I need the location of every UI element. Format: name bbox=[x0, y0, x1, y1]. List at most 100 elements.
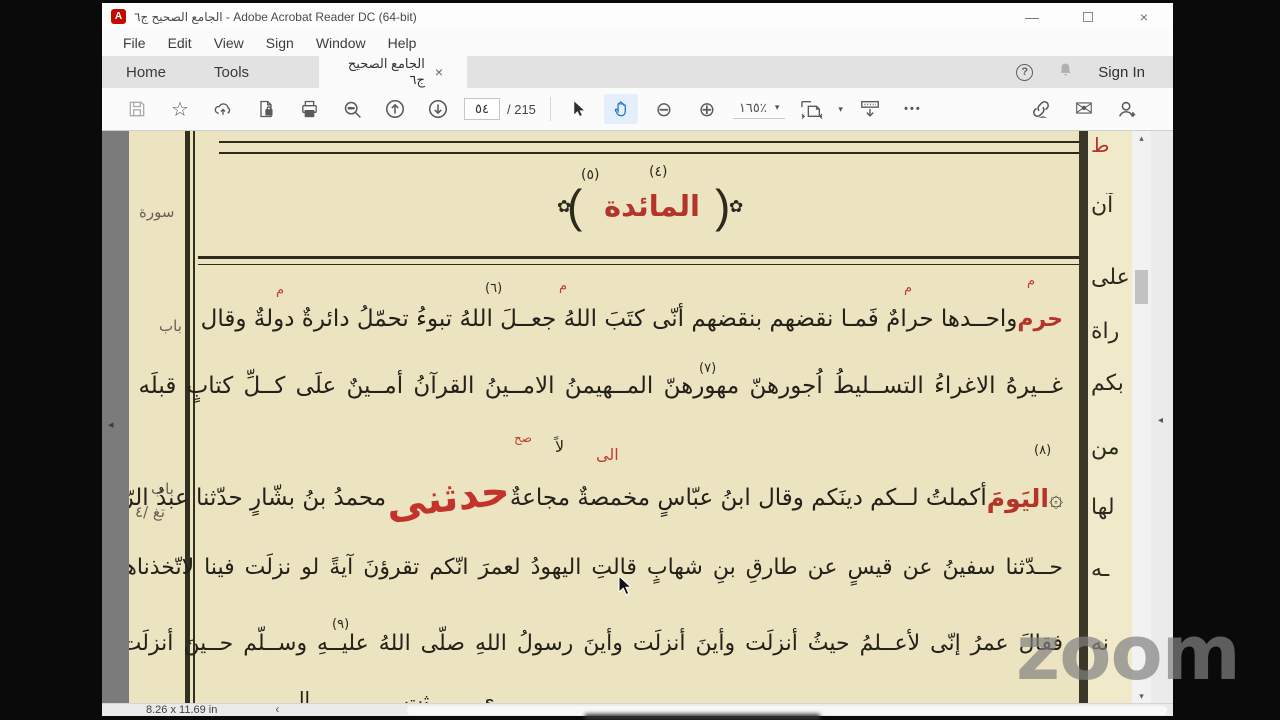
clipped-text: اا bbox=[299, 687, 311, 703]
tab-document-label: الجامع الصحيح ج٦ bbox=[347, 56, 425, 87]
page-frame-rule bbox=[185, 131, 190, 703]
hand-tool-icon[interactable] bbox=[603, 94, 638, 124]
bottom-overlay-smudge bbox=[585, 714, 820, 720]
scroll-up-icon[interactable]: ▴ bbox=[1132, 131, 1151, 145]
sign-in-button[interactable]: Sign In bbox=[1098, 64, 1145, 81]
margin-fragment: لها bbox=[1091, 495, 1115, 520]
star-icon[interactable]: ☆ bbox=[163, 94, 197, 124]
line-2-text: غــيرهُ الاغراءُ التســليطُ اُجورهنّ مهو… bbox=[138, 373, 1063, 399]
fit-width-icon[interactable] bbox=[795, 94, 829, 124]
margin-note-bab: باب bbox=[159, 317, 182, 335]
fit-width-chevron-icon[interactable]: ▾ bbox=[838, 104, 843, 115]
menu-window[interactable]: Window bbox=[307, 33, 375, 53]
vertical-scrollbar-thumb[interactable] bbox=[1135, 270, 1148, 304]
zoom-level-value: ١٦٥٪ bbox=[738, 99, 767, 115]
share-link-icon[interactable] bbox=[1024, 94, 1058, 124]
maximize-button[interactable] bbox=[1073, 7, 1103, 27]
window-title: الجامع الصحيح ج٦ - Adobe Acrobat Reader … bbox=[134, 9, 417, 24]
tab-bar: Home Tools الجامع الصحيح ج٦ × ? Sign In bbox=[102, 56, 1173, 88]
acrobat-logo-icon: A bbox=[111, 9, 126, 24]
margin-note-bab: باب bbox=[151, 480, 174, 498]
document-lock-icon[interactable] bbox=[249, 94, 283, 124]
text-line-2: غــيرهُ الاغراءُ التســليطُ اُجورهنّ مهو… bbox=[138, 373, 1063, 399]
zoom-watermark: zoom bbox=[1016, 608, 1241, 697]
video-frame: A الجامع الصحيح ج٦ - Adobe Acrobat Reade… bbox=[0, 0, 1280, 720]
menu-edit[interactable]: Edit bbox=[159, 33, 201, 53]
margin-fragment: من bbox=[1091, 435, 1120, 460]
florette-icon: ✿ bbox=[557, 197, 572, 216]
margin-note-surah: سورة bbox=[139, 203, 175, 221]
more-tools-icon[interactable]: ••• bbox=[896, 94, 930, 124]
rule-line bbox=[219, 141, 1079, 143]
florette-icon: ✿ bbox=[729, 197, 744, 216]
mouse-cursor bbox=[618, 574, 634, 604]
email-icon[interactable]: ✉ bbox=[1067, 94, 1101, 124]
cloud-upload-icon[interactable] bbox=[206, 94, 240, 124]
previous-page-icon[interactable] bbox=[378, 94, 412, 124]
share-person-icon[interactable] bbox=[1110, 94, 1144, 124]
collapse-left-pane-icon[interactable]: ◂ bbox=[108, 418, 114, 431]
save-icon[interactable] bbox=[120, 94, 154, 124]
tab-home[interactable]: Home bbox=[102, 56, 190, 88]
zoom-level-select[interactable]: ١٦٥٪ ▾ bbox=[732, 99, 786, 119]
tab-tools[interactable]: Tools bbox=[190, 56, 273, 88]
text-line-5: فقالَ عمرُ إنّى لأعــلمُ حيثُ أنزلَت وأي… bbox=[129, 631, 1063, 656]
text-line-1: حرم واحــدها حرامٌ فَمـا نقضهم بنقضهم أن… bbox=[201, 293, 1063, 345]
search-icon[interactable] bbox=[335, 94, 369, 124]
title-bar: A الجامع الصحيح ج٦ - Adobe Acrobat Reade… bbox=[102, 3, 1173, 30]
red-mark: م bbox=[1027, 274, 1036, 289]
next-page-icon[interactable] bbox=[421, 94, 455, 124]
zoom-in-icon[interactable]: ⊕ bbox=[690, 94, 724, 124]
help-icon[interactable]: ? bbox=[1016, 63, 1034, 81]
line-5-text: فقالَ عمرُ إنّى لأعــلمُ حيثُ أنزلَت وأي… bbox=[129, 631, 1063, 656]
status-back-icon[interactable]: ‹ bbox=[275, 702, 279, 716]
chevron-down-icon: ▾ bbox=[774, 102, 780, 112]
line-1-text: واحــدها حرامٌ فَمـا نقضهم بنقضهم أنّى ك… bbox=[200, 306, 1018, 332]
toolbar-divider bbox=[549, 97, 551, 121]
print-icon[interactable] bbox=[292, 94, 326, 124]
page-scrolling-icon[interactable] bbox=[853, 94, 887, 124]
margin-word-haram: حرم bbox=[1017, 306, 1063, 332]
margin-fragment: راة bbox=[1091, 319, 1120, 344]
margin-fragment: ـه bbox=[1091, 557, 1110, 582]
pdf-page[interactable]: (٤) (٥) ( ✿ ) ✿ المائدة (٦) م م م م حرم … bbox=[129, 131, 1132, 703]
menu-sign[interactable]: Sign bbox=[257, 33, 303, 53]
menu-file[interactable]: File bbox=[114, 33, 155, 53]
margin-fragment: بكم bbox=[1091, 371, 1124, 396]
zoom-out-icon[interactable]: ⊖ bbox=[647, 94, 681, 124]
bell-icon[interactable] bbox=[1057, 61, 1074, 84]
rosette-icon: ۞ bbox=[1048, 484, 1063, 512]
menu-bar: File Edit View Sign Window Help bbox=[102, 30, 1173, 56]
clipped-text: ثت bbox=[404, 689, 430, 703]
acrobat-window: A الجامع الصحيح ج٦ - Adobe Acrobat Reade… bbox=[102, 3, 1173, 716]
document-pane: ◂ (٤) (٥) ( ✿ ) ✿ المائدة (٦) م م م م حر… bbox=[102, 131, 1173, 703]
collapse-right-pane-icon[interactable]: ◂ bbox=[1158, 415, 1163, 426]
margin-fragment: آن bbox=[1091, 193, 1114, 218]
margin-fragment: على bbox=[1091, 265, 1130, 290]
alyawm-red: اليَومَ bbox=[986, 483, 1049, 513]
page-size-label: 8.26 x 11.69 in bbox=[146, 704, 218, 716]
margin-fragment: ط bbox=[1091, 133, 1110, 157]
menu-help[interactable]: Help bbox=[379, 33, 426, 53]
toolbar: ☆ ٥٤ / 215 ⊖ ⊕ ١٦٥٪ ▾ ▾ ••• ✉ bbox=[102, 88, 1173, 131]
rule-line bbox=[219, 152, 1079, 154]
page-number-input[interactable]: ٥٤ bbox=[464, 98, 500, 120]
sah-mark: صح bbox=[514, 431, 532, 445]
header-footnote-5: (٥) bbox=[581, 167, 600, 183]
margin-note-ref: تغ /٤ bbox=[135, 503, 166, 521]
page-total-label: / 215 bbox=[507, 101, 536, 117]
rule-line bbox=[198, 264, 1079, 265]
maximize-icon bbox=[1083, 11, 1093, 22]
tab-close-icon[interactable]: × bbox=[435, 64, 443, 80]
close-button[interactable]: × bbox=[1129, 7, 1159, 27]
text-line-3: ۞ اليَومَ أكملتُ لــكم دينَكم وقال ابنُ … bbox=[129, 461, 1063, 535]
tab-document[interactable]: الجامع الصحيح ج٦ × bbox=[319, 56, 468, 88]
footnote-9: (٩) bbox=[332, 617, 350, 632]
page-frame-rule bbox=[193, 131, 195, 703]
haddathani-red: حدثنى bbox=[383, 467, 513, 529]
minimize-button[interactable]: — bbox=[1017, 7, 1047, 27]
menu-view[interactable]: View bbox=[205, 33, 253, 53]
footnote-8: (٨) bbox=[1034, 443, 1052, 458]
select-tool-icon[interactable] bbox=[561, 94, 595, 124]
la-mark: لاً bbox=[555, 437, 565, 456]
